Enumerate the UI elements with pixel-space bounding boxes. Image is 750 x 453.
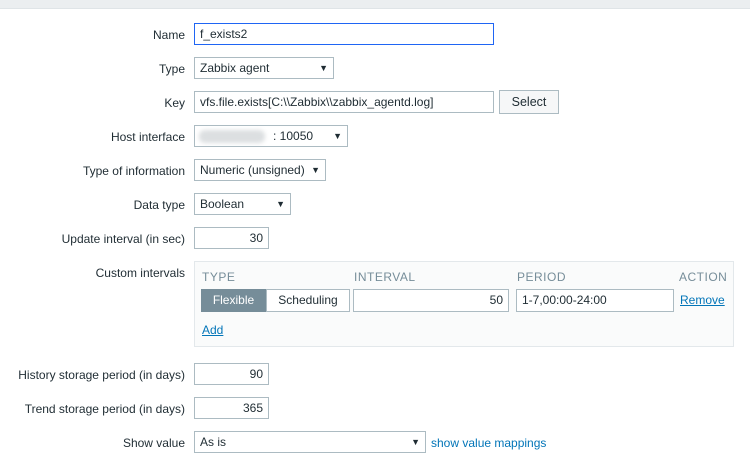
- host-interface-select[interactable]: : 10050 ▼: [194, 125, 348, 147]
- key-select-button[interactable]: Select: [499, 90, 559, 114]
- chevron-down-icon: ▼: [319, 63, 328, 73]
- data-type-value: Boolean: [200, 197, 245, 211]
- column-header-interval: INTERVAL: [354, 270, 416, 284]
- column-header-type: TYPE: [202, 270, 236, 284]
- type-flexible-toggle[interactable]: Flexible: [201, 289, 266, 312]
- show-value-mappings-link[interactable]: show value mappings: [431, 436, 546, 450]
- custom-intervals-panel: TYPE INTERVAL PERIOD ACTION Flexible Sch…: [194, 261, 734, 347]
- trend-label: Trend storage period (in days): [24, 402, 185, 416]
- show-value-label: Show value: [122, 436, 185, 450]
- type-of-information-select[interactable]: Numeric (unsigned) ▼: [194, 159, 326, 181]
- custom-intervals-label: Custom intervals: [95, 266, 185, 280]
- type-select[interactable]: Zabbix agent ▼: [194, 57, 334, 79]
- type-scheduling-toggle[interactable]: Scheduling: [266, 289, 350, 312]
- host-interface-value: : 10050: [273, 129, 314, 143]
- history-label: History storage period (in days): [18, 368, 185, 382]
- chevron-down-icon: ▼: [333, 131, 342, 141]
- name-input[interactable]: f_exists2: [194, 23, 494, 45]
- data-type-label: Data type: [133, 198, 185, 212]
- interval-input[interactable]: 50: [353, 289, 509, 312]
- type-of-information-value: Numeric (unsigned): [200, 163, 305, 177]
- chevron-down-icon: ▼: [311, 165, 320, 175]
- key-label: Key: [164, 96, 185, 110]
- update-interval-input[interactable]: 30: [194, 227, 269, 249]
- type-label: Type: [158, 62, 185, 76]
- update-interval-label: Update interval (in sec): [61, 232, 185, 246]
- type-select-value: Zabbix agent: [200, 61, 270, 75]
- type-of-information-label: Type of information: [82, 164, 185, 178]
- add-interval-link[interactable]: Add: [202, 323, 223, 337]
- period-input[interactable]: 1-7,00:00-24:00: [516, 289, 674, 312]
- top-bar: [0, 0, 750, 9]
- column-header-action: ACTION: [679, 270, 728, 284]
- host-interface-label: Host interface: [110, 130, 185, 144]
- chevron-down-icon: ▼: [276, 199, 285, 209]
- host-address-redacted: [199, 130, 265, 143]
- key-input[interactable]: vfs.file.exists[C:\\Zabbix\\zabbix_agent…: [194, 91, 494, 113]
- show-value-value: As is: [200, 435, 227, 449]
- chevron-down-icon: ▼: [411, 437, 420, 447]
- history-input[interactable]: 90: [194, 363, 269, 385]
- remove-interval-link[interactable]: Remove: [680, 293, 725, 307]
- show-value-select[interactable]: As is ▼: [194, 431, 426, 453]
- column-header-period: PERIOD: [517, 270, 567, 284]
- name-label: Name: [152, 28, 185, 42]
- trend-input[interactable]: 365: [194, 397, 269, 419]
- data-type-select[interactable]: Boolean ▼: [194, 193, 291, 215]
